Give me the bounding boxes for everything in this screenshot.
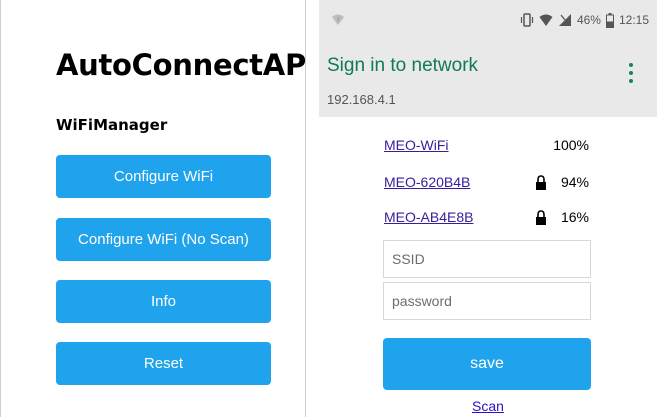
network-row: MEO-WiFi 100% xyxy=(384,137,589,159)
vibrate-icon xyxy=(520,13,534,27)
network-signal: 16% xyxy=(560,209,589,225)
page-subtitle: WiFiManager xyxy=(56,116,168,134)
save-button[interactable]: save xyxy=(383,338,591,390)
configure-wifi-button[interactable]: Configure WiFi xyxy=(56,155,271,198)
scan-link[interactable]: Scan xyxy=(319,398,657,414)
battery-percent: 46% xyxy=(576,13,601,27)
battery-icon xyxy=(605,12,614,28)
network-link[interactable]: MEO-WiFi xyxy=(384,137,449,153)
lock-icon xyxy=(536,210,546,225)
svg-text:?: ? xyxy=(337,17,340,24)
network-row: MEO-AB4E8B 16% xyxy=(384,209,589,231)
lock-icon xyxy=(536,175,546,190)
app-bar: Sign in to network 192.168.4.1 xyxy=(319,40,657,117)
sign-in-screen: ? 46% 12:15 Sign in to network 192.168.4… xyxy=(319,0,657,417)
network-signal: 100% xyxy=(553,137,589,153)
password-field xyxy=(383,282,591,320)
status-bar: ? 46% 12:15 xyxy=(319,0,657,40)
appbar-title: Sign in to network xyxy=(327,55,479,76)
wifi-question-icon: ? xyxy=(332,14,344,25)
network-signal: 94% xyxy=(560,174,589,190)
reset-button[interactable]: Reset xyxy=(56,342,271,385)
password-input[interactable] xyxy=(384,283,590,319)
network-link[interactable]: MEO-AB4E8B xyxy=(384,209,473,225)
info-button[interactable]: Info xyxy=(56,280,271,323)
ssid-field xyxy=(383,240,591,278)
configure-wifi-no-scan-button[interactable]: Configure WiFi (No Scan) xyxy=(56,218,271,261)
status-time: 12:15 xyxy=(618,13,649,27)
status-icons: 46% 12:15 xyxy=(520,12,649,28)
overflow-menu-icon[interactable] xyxy=(629,63,635,85)
ssid-input[interactable] xyxy=(384,241,590,277)
signal-icon xyxy=(558,14,571,26)
network-row: MEO-620B4B 94% xyxy=(384,174,589,196)
wifi-icon xyxy=(539,14,553,26)
network-link[interactable]: MEO-620B4B xyxy=(384,174,470,190)
page-title: AutoConnectAP xyxy=(56,48,306,82)
appbar-address: 192.168.4.1 xyxy=(327,92,396,107)
wifimanager-home-panel: AutoConnectAP WiFiManager Configure WiFi… xyxy=(0,0,306,417)
